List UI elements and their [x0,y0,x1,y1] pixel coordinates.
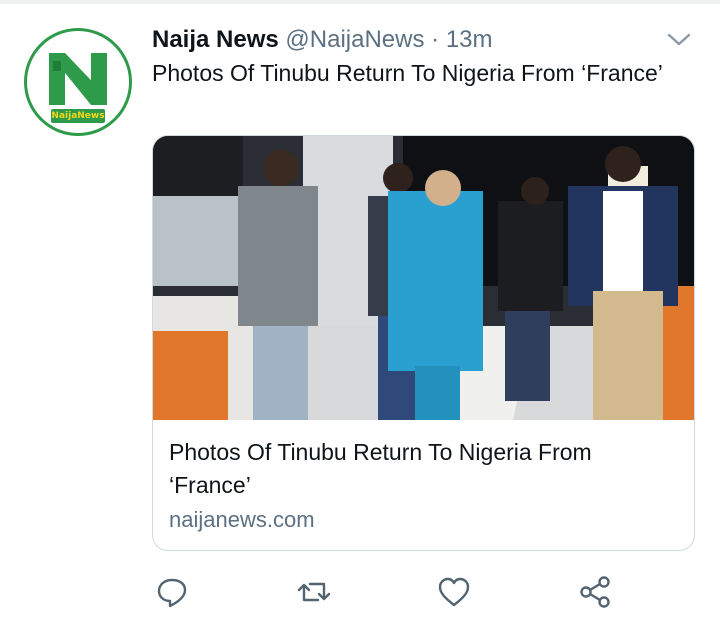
card-photo [153,136,694,420]
handle[interactable]: @NaijaNews [285,26,424,53]
avatar[interactable]: NaijaNews [24,28,132,136]
share-icon [580,576,610,608]
like-icon [438,577,470,607]
top-divider [0,0,720,4]
avatar-brand-text: NaijaNews [51,109,105,123]
like-button[interactable] [436,574,472,610]
share-button[interactable] [577,574,613,610]
link-card[interactable]: Photos Of Tinubu Return To Nigeria From … [152,135,695,551]
tweet-header: Naija News @NaijaNews · 13m [152,24,493,56]
tweet-menu-button[interactable] [664,28,694,52]
card-title: Photos Of Tinubu Return To Nigeria From … [169,439,592,498]
retweet-icon [297,582,331,602]
retweet-button[interactable] [296,574,332,610]
tweet-text: Photos Of Tinubu Return To Nigeria From … [152,60,663,86]
chevron-down-icon [667,33,691,46]
separator: · [431,26,440,53]
display-name[interactable]: Naija News [152,26,279,53]
card-body: Photos Of Tinubu Return To Nigeria From … [169,436,679,538]
reply-icon [157,578,187,608]
reply-button[interactable] [154,574,190,610]
card-domain: naijanews.com [169,507,315,532]
timestamp[interactable]: 13m [446,26,493,53]
